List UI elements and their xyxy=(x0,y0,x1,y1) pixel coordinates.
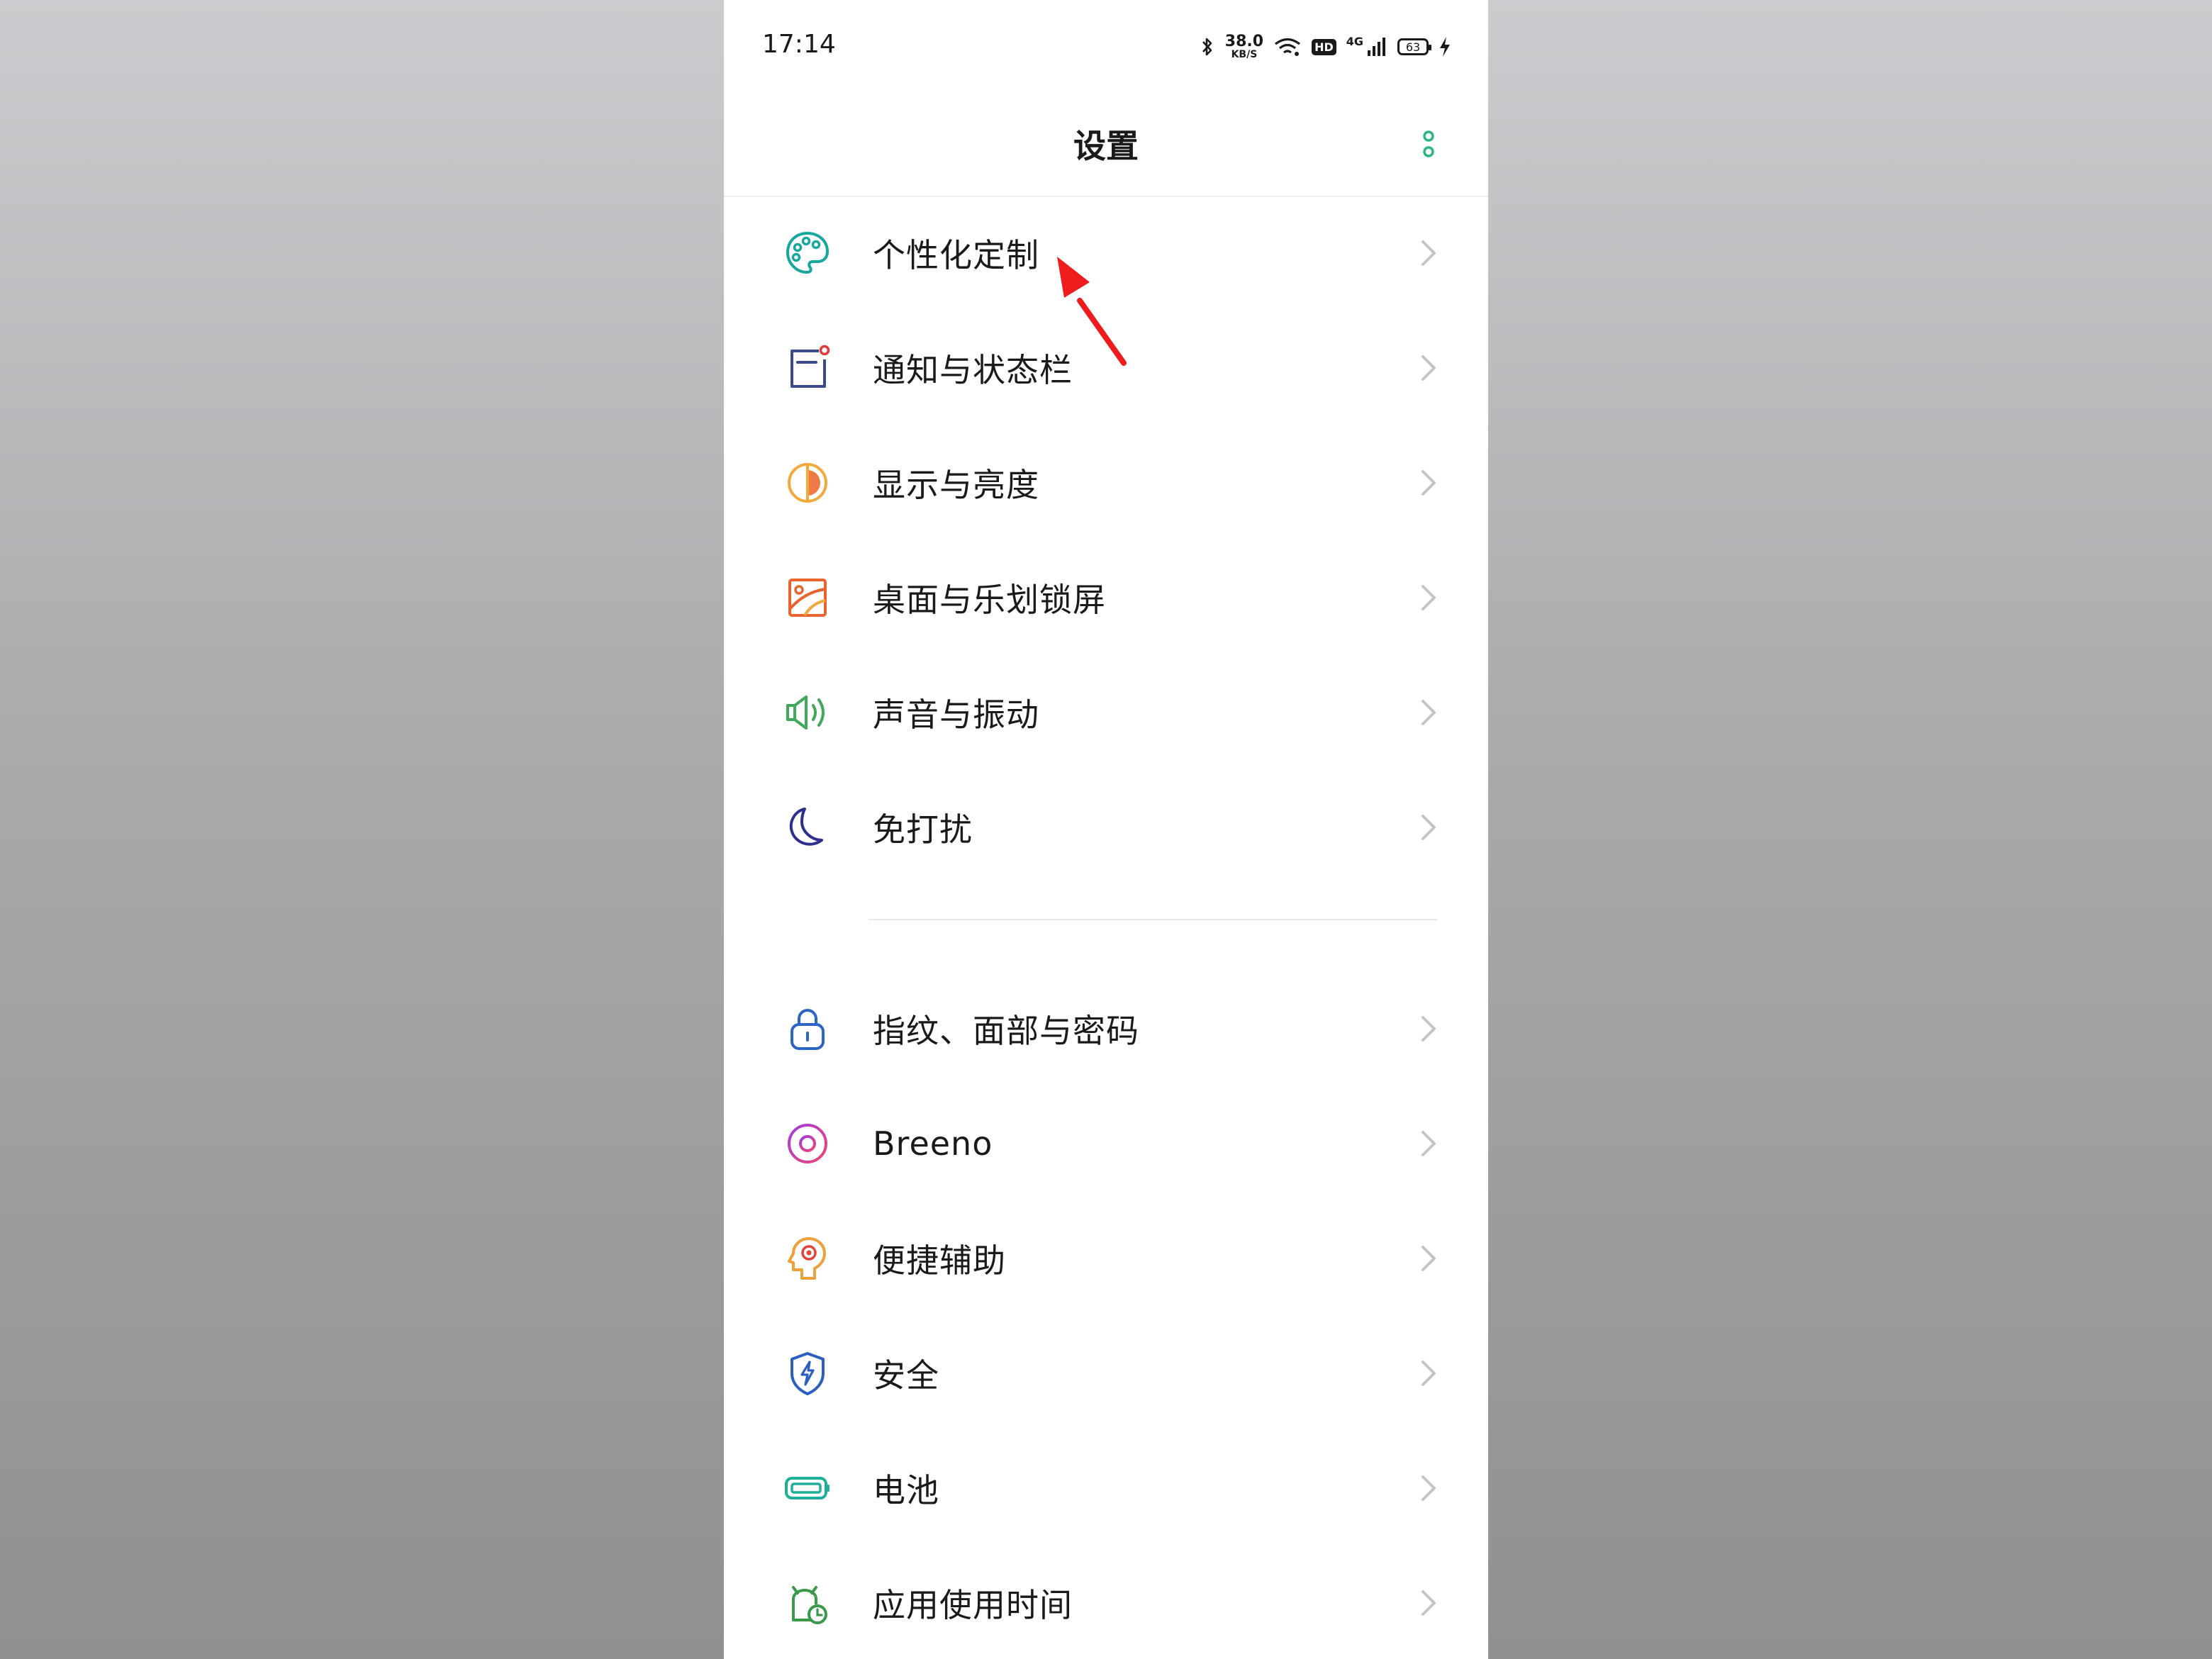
chevron-right-icon xyxy=(1421,1475,1436,1501)
moon-icon xyxy=(789,808,823,846)
settings-item-notifications[interactable]: 通知与状态栏 xyxy=(724,311,1488,425)
battery-level: 63 xyxy=(1405,40,1421,54)
settings-item-label: 免打扰 xyxy=(873,810,973,849)
settings-item-label: 应用使用时间 xyxy=(873,1586,1073,1624)
speaker-icon xyxy=(786,696,825,730)
settings-item-label: 安全 xyxy=(873,1356,939,1395)
settings-item-label: 便捷辅助 xyxy=(873,1241,1006,1280)
network-type: 4G xyxy=(1346,34,1363,48)
settings-item-battery[interactable]: 电池 xyxy=(724,1431,1488,1546)
hd-badge: HD xyxy=(1312,38,1336,55)
status-time: 17:14 xyxy=(762,30,836,59)
brightness-icon xyxy=(788,463,827,503)
settings-item-label: 显示与亮度 xyxy=(873,466,1039,504)
settings-item-sound[interactable]: 声音与振动 xyxy=(724,655,1488,770)
settings-item-personalization[interactable]: 个性化定制 xyxy=(724,196,1488,311)
chevron-right-icon xyxy=(1421,470,1436,496)
settings-item-label: Breeno xyxy=(873,1124,993,1163)
chevron-right-icon xyxy=(1421,1131,1436,1156)
settings-item-safety[interactable]: 安全 xyxy=(724,1316,1488,1431)
chevron-right-icon xyxy=(1421,585,1436,610)
status-bar: 17:14 38.0 KB/S HD 4G 63 xyxy=(724,0,1488,92)
chevron-right-icon xyxy=(1421,815,1436,840)
lock-icon xyxy=(791,1009,825,1050)
chevron-right-icon xyxy=(1421,240,1436,266)
signal-icon xyxy=(1368,38,1385,56)
settings-item-do-not-disturb[interactable]: 免打扰 xyxy=(724,770,1488,885)
notification-icon xyxy=(791,345,830,388)
page-title: 设置 xyxy=(1073,127,1139,165)
more-options-button[interactable] xyxy=(1414,128,1443,160)
chevron-right-icon xyxy=(1421,355,1436,381)
chevron-right-icon xyxy=(1421,1361,1436,1386)
wifi-icon xyxy=(1275,38,1301,56)
network-speed: 38.0 KB/S xyxy=(1225,34,1263,60)
chevron-right-icon xyxy=(1421,1590,1436,1616)
settings-item-label: 声音与振动 xyxy=(873,696,1039,734)
app-time-icon xyxy=(792,1586,827,1624)
chevron-right-icon xyxy=(1421,700,1436,725)
section-divider xyxy=(868,919,1437,920)
settings-item-display[interactable]: 显示与亮度 xyxy=(724,425,1488,540)
chevron-right-icon xyxy=(1421,1016,1436,1041)
settings-item-label: 指纹、面部与密码 xyxy=(873,1012,1139,1050)
speed-value: 38.0 xyxy=(1224,33,1264,50)
speed-unit: KB/S xyxy=(1231,49,1258,60)
chevron-right-icon xyxy=(1421,1246,1436,1271)
header: 设置 xyxy=(724,92,1488,197)
status-icons: 38.0 KB/S HD 4G 63 xyxy=(1200,31,1451,62)
palette-icon xyxy=(786,231,830,274)
battery-indicator: 63 xyxy=(1397,38,1431,55)
settings-item-label: 桌面与乐划锁屏 xyxy=(873,581,1106,619)
assist-icon xyxy=(788,1237,826,1280)
settings-item-wallpaper[interactable]: 桌面与乐划锁屏 xyxy=(724,540,1488,655)
wallpaper-icon xyxy=(788,579,827,617)
settings-item-breeno[interactable]: Breeno xyxy=(724,1086,1488,1201)
settings-item-label: 电池 xyxy=(873,1471,939,1509)
battery-icon xyxy=(785,1477,830,1499)
settings-item-app-usage-time[interactable]: 应用使用时间 xyxy=(724,1546,1488,1659)
settings-item-convenience[interactable]: 便捷辅助 xyxy=(724,1201,1488,1316)
settings-list: 个性化定制 通知与状态栏 显示与亮度 桌面与乐划锁屏 声音与振动 免打扰 指纹、… xyxy=(724,196,1488,1659)
shield-icon xyxy=(791,1352,825,1395)
breeno-icon xyxy=(788,1124,827,1163)
bluetooth-icon xyxy=(1202,38,1212,56)
settings-item-label: 通知与状态栏 xyxy=(873,351,1073,389)
phone-screen: 17:14 38.0 KB/S HD 4G 63 设置 个性化定制 通知与状态栏… xyxy=(724,0,1488,1659)
charging-icon xyxy=(1440,37,1450,57)
settings-item-label: 个性化定制 xyxy=(873,236,1039,274)
settings-item-security-password[interactable]: 指纹、面部与密码 xyxy=(724,971,1488,1086)
